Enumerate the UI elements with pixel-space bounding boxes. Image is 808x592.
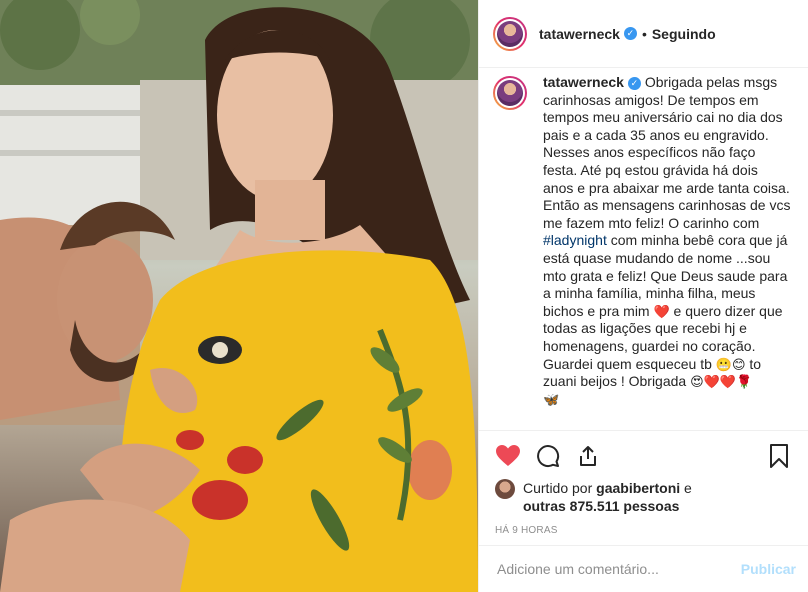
- publish-button[interactable]: Publicar: [741, 561, 796, 577]
- comment-input[interactable]: [495, 560, 741, 578]
- likes-count[interactable]: outras 875.511 pessoas: [523, 498, 679, 514]
- verified-badge-icon: ✓: [627, 77, 641, 90]
- love-hearts-rose-emoji: 😍❤️❤️🌹: [690, 374, 753, 390]
- share-icon[interactable]: [575, 443, 601, 469]
- action-bar: Curtido por gaabibertoni e outras 875.51…: [479, 430, 808, 536]
- instagram-post: tatawerneck ✓ • Seguindo tatawerneck ✓ Ob…: [0, 0, 808, 592]
- post-sidebar: tatawerneck ✓ • Seguindo tatawerneck ✓ Ob…: [478, 0, 808, 592]
- likes-conj: e: [680, 480, 692, 496]
- heart-filled-icon[interactable]: [495, 443, 521, 469]
- heart-emoji: ❤️: [653, 303, 670, 319]
- grimace-smile-emoji: 😬😊: [715, 356, 746, 372]
- bookmark-icon[interactable]: [766, 443, 792, 469]
- caption-avatar[interactable]: [493, 76, 527, 110]
- comment-icon[interactable]: [535, 443, 561, 469]
- caption-part-1: Obrigada pelas msgs carinhosas amigos! D…: [543, 74, 791, 231]
- likes-summary: Curtido por gaabibertoni e outras 875.51…: [495, 479, 792, 515]
- post-header: tatawerneck ✓ • Seguindo: [479, 0, 808, 68]
- liker-avatar[interactable]: [495, 479, 515, 499]
- liker-username[interactable]: gaabibertoni: [596, 480, 680, 496]
- photo-illustration: [0, 0, 478, 592]
- header-username[interactable]: tatawerneck: [539, 26, 620, 42]
- avatar[interactable]: [493, 16, 527, 51]
- caption: tatawerneck ✓ Obrigada pelas msgs carinho…: [479, 68, 808, 430]
- verified-badge-icon: ✓: [623, 27, 637, 40]
- hashtag-link[interactable]: #ladynight: [543, 232, 607, 248]
- comment-form: Publicar: [479, 545, 808, 592]
- post-timestamp[interactable]: HÁ 9 HORAS: [495, 525, 792, 536]
- butterfly-emoji: 🦋: [543, 391, 560, 407]
- following-button[interactable]: Seguindo: [652, 26, 716, 42]
- caption-username[interactable]: tatawerneck: [543, 74, 624, 90]
- likes-prefix: Curtido por: [523, 480, 597, 496]
- caption-text: tatawerneck ✓ Obrigada pelas msgs carinho…: [543, 74, 792, 430]
- separator-dot: •: [641, 25, 647, 42]
- post-photo[interactable]: [0, 0, 478, 592]
